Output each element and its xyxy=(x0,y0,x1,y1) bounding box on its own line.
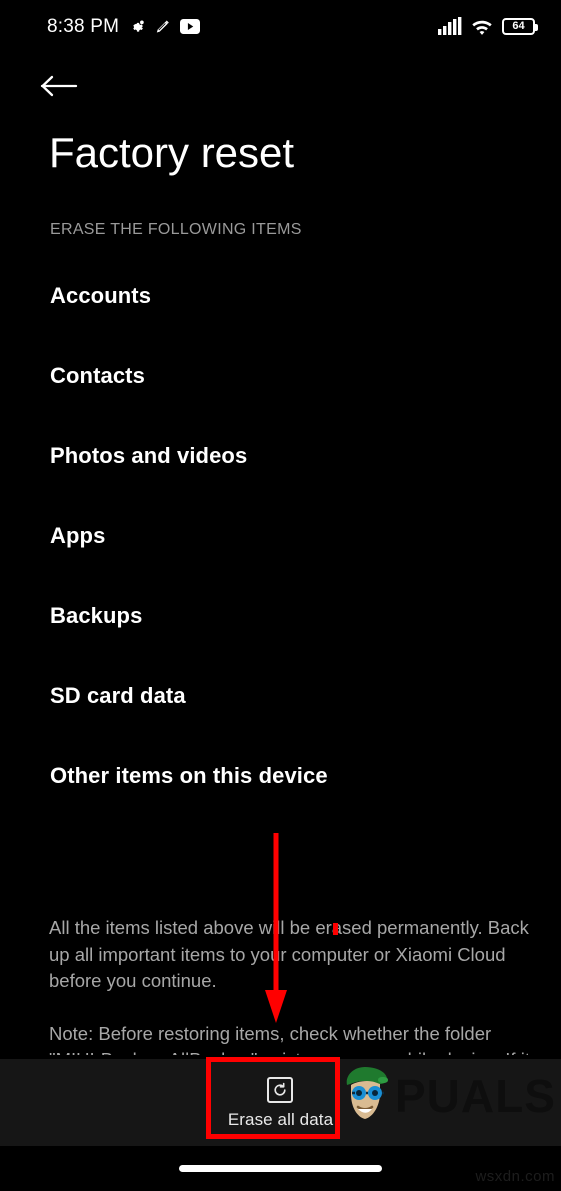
list-item: Accounts xyxy=(50,283,152,308)
list-item: SD card data xyxy=(50,683,186,708)
list-item: Photos and videos xyxy=(50,443,248,468)
list-item: Contacts xyxy=(50,363,145,388)
back-arrow-icon xyxy=(40,72,80,105)
description-paragraph-1: All the items listed above will be erase… xyxy=(49,917,529,991)
page-title: Factory reset xyxy=(49,129,295,176)
pen-icon xyxy=(154,18,171,35)
navigation-bar xyxy=(0,1146,561,1191)
youtube-icon xyxy=(180,18,201,34)
section-label: ERASE THE FOLLOWING ITEMS xyxy=(50,221,302,238)
list-item: Other items on this device xyxy=(50,763,328,788)
erase-all-data-button[interactable]: Erase all data xyxy=(210,1071,351,1134)
list-item: Apps xyxy=(50,523,106,548)
gear-icon xyxy=(128,18,145,35)
reset-circle-icon xyxy=(267,1077,294,1103)
erase-all-data-label: Erase all data xyxy=(227,1110,334,1129)
status-bar-left: 8:38 PM xyxy=(47,15,201,37)
home-indicator[interactable] xyxy=(179,1165,382,1172)
back-button[interactable] xyxy=(40,66,96,110)
status-time: 8:38 PM xyxy=(47,15,120,37)
bottom-action-bar: Erase all data xyxy=(0,1059,561,1146)
erase-item-list: Accounts Contacts Photos and videos Apps… xyxy=(50,283,531,843)
status-bar: 8:38 PM 64 xyxy=(0,0,561,52)
battery-level: 64 xyxy=(512,19,525,32)
phone-screen: 8:38 PM 64 Factory reset ERASE THE FOLLO… xyxy=(0,0,561,1191)
list-item: Backups xyxy=(50,603,143,628)
battery-icon: 64 xyxy=(502,17,538,35)
wifi-icon xyxy=(471,18,493,35)
signal-icon xyxy=(438,17,462,35)
status-bar-right: 64 xyxy=(438,17,538,35)
